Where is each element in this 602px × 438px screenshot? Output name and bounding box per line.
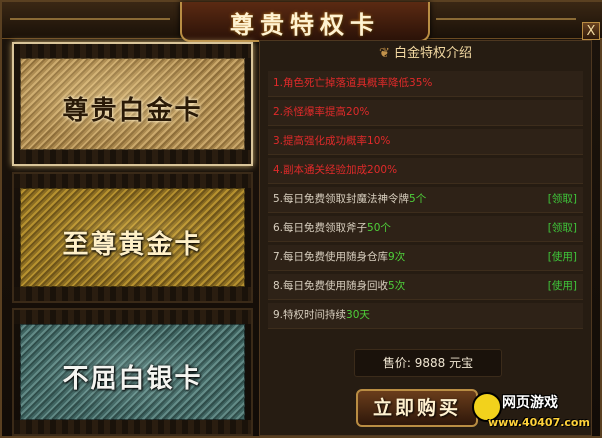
title-ornament-left [10, 18, 170, 20]
row-number: 5. [273, 193, 284, 205]
card-border-pattern [14, 310, 251, 324]
row-text: 副本通关经验加成200% [283, 164, 398, 176]
row-number: 2. [273, 106, 284, 118]
row-number: 7. [273, 251, 284, 263]
privilege-row: 8.每日免费使用随身回收5次 [使用] [268, 274, 583, 300]
card-platinum[interactable]: 尊贵白金卡 [12, 42, 253, 166]
privilege-row: 6.每日免费领取斧子50个 [领取] [268, 216, 583, 242]
title-bar: 尊贵特权卡 X [2, 2, 602, 42]
card-border-pattern [14, 420, 251, 434]
claim-button[interactable]: [领取] [548, 216, 577, 241]
row-item: 随身仓库 [346, 251, 389, 263]
wing-left-icon: ❦ [378, 46, 394, 61]
row-item: 随身回收 [346, 280, 389, 292]
card-silver[interactable]: 不屈白银卡 [12, 308, 253, 436]
row-text: 每日免费使用 [283, 251, 347, 263]
privilege-row: 7.每日免费使用随身仓库9次 [使用] [268, 245, 583, 271]
price-value: 9888 [414, 356, 446, 370]
row-text: 每日免费使用 [283, 280, 347, 292]
use-button[interactable]: [使用] [548, 274, 577, 299]
row-number: 1. [273, 77, 284, 89]
card-gold[interactable]: 至尊黄金卡 [12, 172, 253, 303]
privilege-card-window: 尊贵特权卡 X 尊贵白金卡 至尊黄金卡 不屈白银卡 ❦ 白金特权介绍 1.角色死… [0, 0, 602, 438]
site-watermark-logo: 网页游戏 www.40407.com [472, 388, 602, 438]
privilege-row: 5.每日免费领取封魔法神令牌5个 [领取] [268, 187, 583, 213]
row-number: 3. [273, 135, 284, 147]
card-border-pattern [14, 44, 251, 58]
row-number: 9. [273, 309, 284, 321]
card-label: 尊贵白金卡 [62, 96, 203, 126]
privilege-list: 1.角色死亡掉落道具概率降低35% 2.杀怪爆率提高20% 3.提高强化成功概率… [268, 71, 583, 332]
card-label: 不屈白银卡 [62, 364, 203, 394]
window-title: 尊贵特权卡 [230, 10, 380, 39]
row-text: 每日免费领取 [283, 222, 347, 234]
row-count: 30天 [346, 309, 370, 321]
row-text: 杀怪爆率提高20% [283, 106, 370, 118]
close-button[interactable]: X [582, 22, 600, 40]
privilege-detail-panel: ❦ 白金特权介绍 1.角色死亡掉落道具概率降低35% 2.杀怪爆率提高20% 3… [259, 40, 592, 436]
row-text: 特权时间持续 [283, 309, 347, 321]
panel-header: ❦ 白金特权介绍 [260, 41, 591, 67]
use-button[interactable]: [使用] [548, 245, 577, 270]
claim-button[interactable]: [领取] [548, 187, 577, 212]
watermark-title: 网页游戏 [502, 395, 558, 411]
row-number: 4. [273, 164, 284, 176]
row-count: 5次 [388, 280, 406, 292]
privilege-row: 1.角色死亡掉落道具概率降低35% [268, 71, 583, 97]
privilege-row: 9.特权时间持续30天 [268, 303, 583, 329]
watermark-url: www.40407.com [488, 416, 590, 429]
row-text: 每日免费领取 [283, 193, 347, 205]
card-label: 至尊黄金卡 [62, 230, 203, 260]
card-border-pattern [14, 174, 251, 188]
price-display: 售价: 9888 元宝 [354, 349, 502, 377]
row-count: 50个 [367, 222, 391, 234]
card-border-pattern [14, 287, 251, 301]
row-number: 6. [273, 222, 284, 234]
title-plaque: 尊贵特权卡 [180, 2, 430, 42]
row-text: 提高强化成功概率10% [283, 135, 391, 147]
panel-header-title: 白金特权介绍 [394, 46, 473, 61]
title-ornament-right [436, 18, 576, 20]
row-count: 9次 [388, 251, 406, 263]
privilege-row: 2.杀怪爆率提高20% [268, 100, 583, 126]
buy-now-button[interactable]: 立即购买 [356, 389, 478, 427]
privilege-row: 4.副本通关经验加成200% [268, 158, 583, 184]
row-item: 封魔法神令牌 [346, 193, 410, 205]
row-item: 斧子 [346, 222, 368, 234]
card-border-pattern [14, 150, 251, 164]
price-label: 售价: [382, 356, 411, 370]
price-unit: 元宝 [449, 356, 474, 370]
row-number: 8. [273, 280, 284, 292]
row-count: 5个 [409, 193, 427, 205]
privilege-row: 3.提高强化成功概率10% [268, 129, 583, 155]
row-text: 角色死亡掉落道具概率降低35% [283, 77, 433, 89]
